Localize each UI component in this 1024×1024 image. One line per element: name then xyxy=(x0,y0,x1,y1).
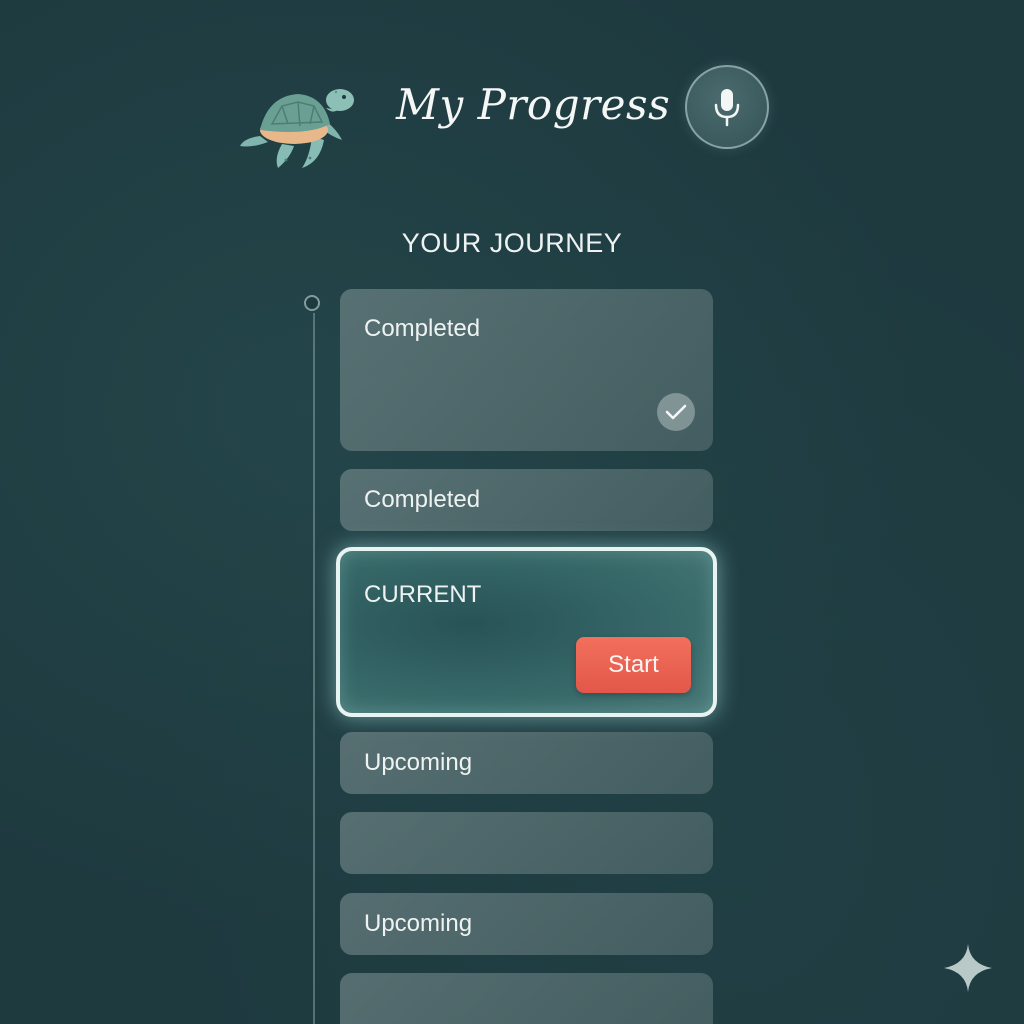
step-label: CURRENT xyxy=(364,581,482,608)
journey-step-upcoming[interactable]: Upcoming xyxy=(340,893,713,955)
journey-step-upcoming[interactable] xyxy=(340,973,713,1024)
journey-step-upcoming[interactable]: Upcoming xyxy=(340,732,713,794)
timeline-start-dot xyxy=(304,295,320,311)
microphone-icon xyxy=(714,89,740,127)
start-button[interactable]: Start xyxy=(576,637,691,693)
check-icon xyxy=(657,393,695,431)
journey-step-current[interactable]: CURRENT Start xyxy=(336,547,717,717)
turtle-icon xyxy=(240,89,354,168)
page-title: My Progress xyxy=(396,80,671,129)
journey-step-upcoming[interactable] xyxy=(340,812,713,874)
sparkle-icon xyxy=(944,944,992,992)
journey-step-completed[interactable]: Completed xyxy=(340,289,713,451)
step-label: Upcoming xyxy=(364,910,473,937)
timeline-line xyxy=(313,313,315,1024)
step-label: Upcoming xyxy=(364,749,473,776)
microphone-button[interactable] xyxy=(685,65,769,149)
step-label: Completed xyxy=(364,315,481,342)
step-label: Completed xyxy=(364,486,481,513)
journey-step-completed[interactable]: Completed xyxy=(340,469,713,531)
section-heading: YOUR JOURNEY xyxy=(401,228,623,258)
